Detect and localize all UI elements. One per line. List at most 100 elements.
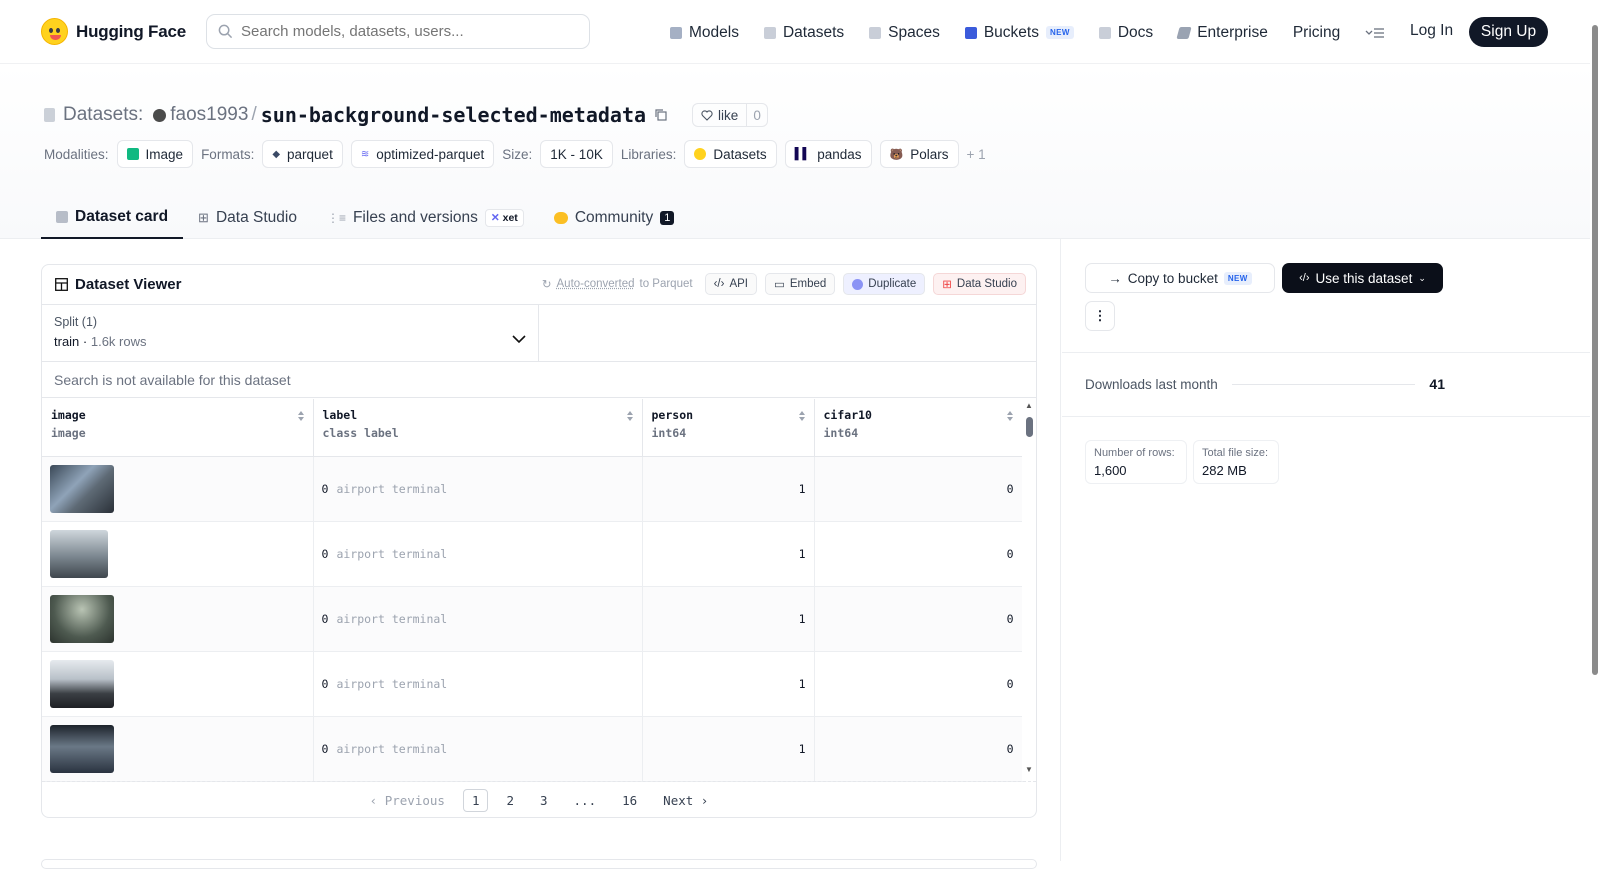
- data-studio-button[interactable]: ⊞ Data Studio: [933, 273, 1026, 295]
- like-button[interactable]: like 0: [692, 103, 768, 127]
- use-this-dataset-button[interactable]: ‹/› Use this dataset ⌄: [1282, 263, 1443, 293]
- table-row[interactable]: 0 airport terminal 1 0: [42, 586, 1023, 652]
- image-cell[interactable]: [42, 521, 314, 587]
- nav-pricing[interactable]: Pricing: [1293, 24, 1340, 42]
- sort-icon[interactable]: [626, 410, 634, 422]
- table-row[interactable]: 0 airport terminal 1 0: [42, 651, 1023, 717]
- thumbnail-image[interactable]: [50, 594, 114, 643]
- like-count: 0: [753, 107, 761, 123]
- person-cell[interactable]: 1: [642, 586, 815, 652]
- table-row[interactable]: 0 airport terminal 1 0: [42, 716, 1023, 782]
- page-16-button[interactable]: 16: [614, 790, 645, 811]
- page-scrollbar-thumb[interactable]: [1592, 25, 1598, 675]
- new-badge: NEW: [1223, 271, 1252, 285]
- image-cell[interactable]: [42, 716, 314, 782]
- signup-button[interactable]: Sign Up: [1469, 17, 1548, 47]
- label-cell[interactable]: 0 airport terminal: [313, 716, 643, 782]
- api-button[interactable]: ‹/› API: [704, 273, 757, 295]
- cifar10-cell[interactable]: 0: [814, 651, 1023, 717]
- auto-converted-note: ↻ Auto-converted to Parquet: [541, 278, 693, 291]
- buckets-icon: [964, 26, 977, 39]
- column-header-image[interactable]: image image: [42, 399, 314, 457]
- previous-page-button[interactable]: ‹ Previous: [362, 790, 453, 811]
- scroll-down-icon[interactable]: ▼: [1025, 765, 1033, 774]
- person-cell[interactable]: 1: [642, 716, 815, 782]
- auto-converted-link[interactable]: Auto-converted: [557, 278, 635, 290]
- tab-files-and-versions[interactable]: ⋮≡ Files and versions ✕ xet: [312, 196, 539, 239]
- tag-parquet[interactable]: ◆ parquet: [262, 140, 343, 168]
- scrollbar-thumb[interactable]: [1026, 417, 1033, 437]
- owner-avatar: [153, 108, 167, 122]
- downloads-label: Downloads last month: [1085, 376, 1218, 392]
- nav-enterprise[interactable]: Enterprise: [1176, 24, 1268, 42]
- more-menu-button[interactable]: [1365, 27, 1385, 39]
- label-cell[interactable]: 0 airport terminal: [313, 456, 643, 522]
- more-libraries[interactable]: + 1: [967, 147, 986, 162]
- label-cell[interactable]: 0 airport terminal: [313, 521, 643, 587]
- page-2-button[interactable]: 2: [498, 790, 522, 811]
- section-link[interactable]: Datasets:: [63, 104, 143, 126]
- table-row[interactable]: 0 airport terminal 1 0: [42, 456, 1023, 522]
- repo-name[interactable]: sun-background-selected-metadata: [261, 103, 646, 127]
- sort-icon[interactable]: [1006, 410, 1014, 422]
- embed-button[interactable]: ▭ Embed: [764, 273, 836, 295]
- duplicate-button[interactable]: Duplicate: [843, 273, 926, 295]
- downloads-value: 41: [1429, 376, 1445, 392]
- optimized-parquet-icon: ≋: [360, 148, 370, 160]
- sort-icon[interactable]: [798, 410, 806, 422]
- page-1-button[interactable]: 1: [462, 789, 489, 812]
- thumbnail-image[interactable]: [50, 724, 114, 773]
- column-header-label[interactable]: label class label: [313, 399, 643, 457]
- more-options-button[interactable]: ⋮: [1085, 301, 1115, 331]
- cifar10-cell[interactable]: 0: [814, 716, 1023, 782]
- column-header-person[interactable]: person int64: [642, 399, 815, 457]
- person-cell[interactable]: 1: [642, 521, 815, 587]
- search-icon: [218, 24, 233, 39]
- tag-optimized-parquet[interactable]: ≋ optimized-parquet: [350, 140, 495, 168]
- repo-title: Datasets: faos1993 / sun-background-sele…: [44, 102, 768, 128]
- nav-datasets[interactable]: Datasets: [763, 24, 844, 42]
- tab-data-studio[interactable]: ⊞ Data Studio: [183, 196, 312, 239]
- nav-spaces[interactable]: Spaces: [869, 24, 940, 42]
- tag-datasets[interactable]: Datasets: [684, 140, 777, 168]
- page-3-button[interactable]: 3: [532, 790, 556, 811]
- cifar10-cell[interactable]: 0: [814, 521, 1023, 587]
- thumbnail-image[interactable]: [50, 464, 114, 513]
- thumbnail-image[interactable]: [50, 659, 114, 708]
- image-cell[interactable]: [42, 456, 314, 522]
- tab-community[interactable]: Community 1: [539, 196, 690, 239]
- table-scrollbar[interactable]: ▲ ▼: [1022, 399, 1036, 781]
- table-row[interactable]: 0 airport terminal 1 0: [42, 521, 1023, 587]
- tag-size[interactable]: 1K - 10K: [540, 140, 613, 168]
- tab-dataset-card[interactable]: Dataset card: [41, 196, 184, 239]
- tag-pandas[interactable]: ▌▌ pandas: [784, 140, 872, 168]
- nav-docs[interactable]: Docs: [1098, 24, 1153, 42]
- column-header-cifar10[interactable]: cifar10 int64: [814, 399, 1023, 457]
- page-scrollbar[interactable]: [1590, 0, 1600, 861]
- next-page-button[interactable]: Next ›: [655, 790, 716, 811]
- label-cell[interactable]: 0 airport terminal: [313, 651, 643, 717]
- tag-image[interactable]: Image: [116, 140, 194, 168]
- login-link[interactable]: Log In: [1410, 22, 1453, 40]
- nav-buckets[interactable]: Buckets NEW: [964, 24, 1074, 42]
- image-cell[interactable]: [42, 651, 314, 717]
- person-cell[interactable]: 1: [642, 456, 815, 522]
- global-search[interactable]: [206, 14, 590, 49]
- thumbnail-image[interactable]: [50, 529, 108, 578]
- copy-icon[interactable]: [654, 108, 668, 122]
- person-cell[interactable]: 1: [642, 651, 815, 717]
- owner-link[interactable]: faos1993: [170, 104, 248, 126]
- label-cell[interactable]: 0 airport terminal: [313, 586, 643, 652]
- search-input[interactable]: [241, 23, 561, 40]
- table-icon: ⊞: [198, 209, 209, 225]
- scroll-up-icon[interactable]: ▲: [1025, 401, 1033, 410]
- cifar10-cell[interactable]: 0: [814, 586, 1023, 652]
- copy-to-bucket-button[interactable]: → Copy to bucket NEW: [1085, 263, 1275, 293]
- split-selector[interactable]: Split (1) train · 1.6k rows: [42, 305, 539, 362]
- nav-models[interactable]: Models: [670, 24, 739, 42]
- tag-polars[interactable]: 🐻 Polars: [879, 140, 959, 168]
- brand-logo[interactable]: Hugging Face: [41, 18, 186, 45]
- image-cell[interactable]: [42, 586, 314, 652]
- cifar10-cell[interactable]: 0: [814, 456, 1023, 522]
- sort-icon[interactable]: [297, 410, 305, 422]
